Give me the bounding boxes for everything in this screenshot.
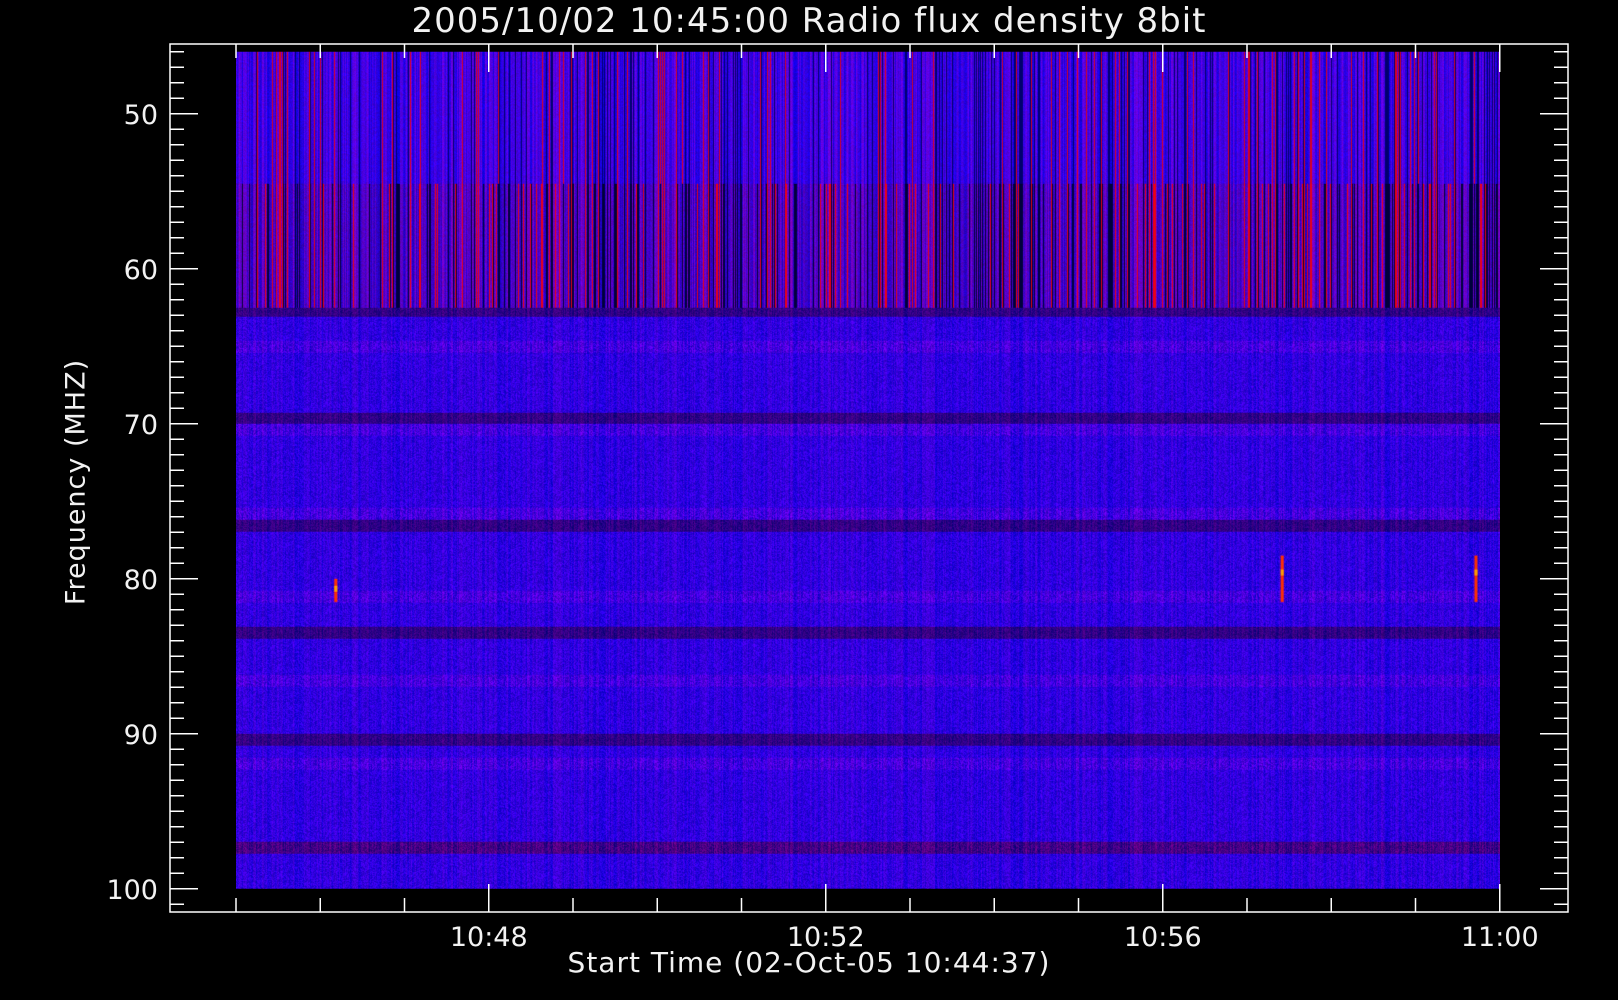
y-tick-label: 100 [106,875,158,906]
spectrogram-image [236,51,1500,889]
y-tick-label: 50 [124,100,158,131]
y-axis-label: Frequency (MHZ) [60,358,92,606]
y-tick-label: 80 [124,565,158,596]
spectrogram-heatmap [236,51,1500,889]
y-tick-label: 90 [124,720,158,751]
spectrogram-plot: 10:48 10:52 10:56 11:00 5060708090100 [106,43,1569,953]
x-axis-label: Start Time (02-Oct-05 10:44:37) [567,946,1051,979]
y-tick-label: 60 [124,255,158,286]
y-tick-label: 70 [124,410,158,441]
